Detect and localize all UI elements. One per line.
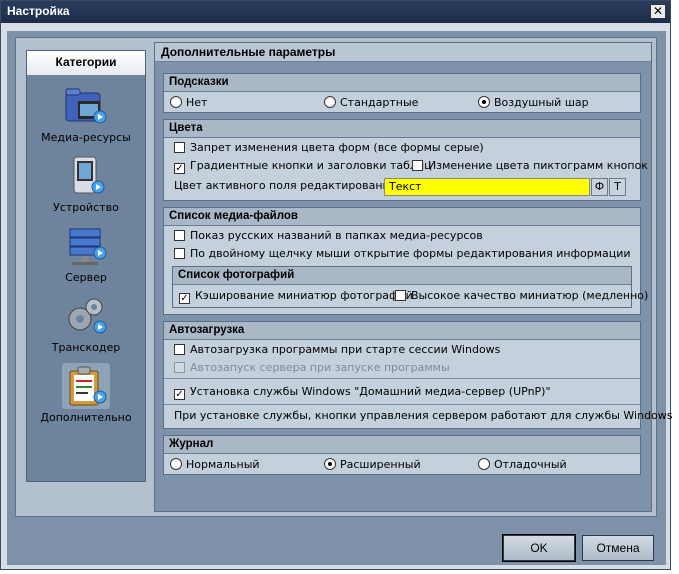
server-autostart-checkbox [174,362,185,373]
category-media-resources[interactable]: Медиа-ресурсы [27,83,145,144]
client-area: Категории Медиа-ресурсы Устройство Серве… [7,31,673,565]
settings-window: Настройка ✕ Категории Медиа-ресурсы Устр… [0,0,673,570]
close-icon: ✕ [652,4,664,18]
category-server[interactable]: Сервер [27,223,145,284]
hint-option-none[interactable]: Нет [170,95,207,111]
journal-header: Журнал [164,436,640,454]
active-field-color-preview[interactable]: Текст [384,178,590,196]
forbid-color-change-checkbox[interactable] [174,142,185,153]
category-device[interactable]: Устройство [27,153,145,214]
hint-option-standard[interactable]: Стандартные [324,95,418,111]
content-frame: Категории Медиа-ресурсы Устройство Серве… [15,37,673,517]
category-transcoder[interactable]: Транскодер [27,293,145,354]
clipboard-icon [62,363,110,409]
radio-balloon[interactable] [478,96,490,108]
font-color-button[interactable]: Ф [591,178,608,196]
active-field-color-label: Цвет активного поля редактирования [174,179,397,192]
radio-label: Воздушный шар [494,96,589,109]
checkbox-label: Изменение цвета пиктограмм кнопок [428,159,648,172]
media-list-group: Список медиа-файлов Показ русских назван… [163,207,648,315]
categories-header: Категории [27,51,145,75]
radio-extended[interactable] [324,458,336,470]
gradient-buttons-checkbox[interactable]: ✓ [174,163,185,174]
program-autostart-option[interactable]: Автозагрузка программы при старте сессии… [174,342,500,358]
hints-group: Подсказки Нет Стандартные Воздушный шар [163,73,641,113]
checkbox-label: Высокое качество миниатюр (медленно) [411,289,649,302]
install-service-checkbox[interactable]: ✓ [174,389,185,400]
ok-button[interactable]: OK [502,534,576,562]
high-quality-checkbox[interactable] [395,290,406,301]
category-label: Сервер [65,271,107,284]
forbid-color-change-option[interactable]: Запрет изменения цвета форм (все формы с… [174,140,484,156]
hint-option-balloon[interactable]: Воздушный шар [478,95,589,111]
double-click-checkbox[interactable] [174,248,185,259]
checkbox-label: Показ русских названий в папках медиа-ре… [190,229,483,242]
radio-label: Отладочный [494,458,567,471]
radio-none[interactable] [170,96,182,108]
cancel-button[interactable]: Отмена [582,535,654,561]
install-service-option[interactable]: ✓ Установка службы Windows "Домашний меди… [174,384,551,400]
checkbox-label: Градиентные кнопки и заголовки таблиц [190,159,432,172]
main-panel: Дополнительные параметры Подсказки Нет С… [154,42,673,512]
window-title: Настройка [7,4,70,18]
radio-standard[interactable] [324,96,336,108]
colors-group: Цвета Запрет изменения цвета форм (все ф… [163,119,648,201]
category-additional[interactable]: Дополнительно [27,363,145,424]
checkbox-label: По двойному щелчку мыши открытие формы р… [190,247,631,260]
category-label: Транскодер [51,341,121,354]
radio-label: Стандартные [340,96,419,109]
radio-debug[interactable] [478,458,490,470]
gradient-buttons-option[interactable]: ✓ Градиентные кнопки и заголовки таблиц [174,158,432,174]
icon-color-change-option[interactable]: Изменение цвета пиктограмм кнопок [412,158,648,174]
radio-label: Расширенный [340,458,421,471]
category-label: Дополнительно [40,411,132,424]
russian-names-option[interactable]: Показ русских названий в папках медиа-ре… [174,228,483,244]
media-folder-icon [65,88,107,124]
journal-option-debug[interactable]: Отладочный [478,457,567,473]
radio-label: Нормальный [186,458,260,471]
thumb-cache-checkbox[interactable]: ✓ [179,293,190,304]
autoload-header: Автозагрузка [164,322,640,340]
category-label: Медиа-ресурсы [41,131,131,144]
thumb-cache-option[interactable]: ✓ Кэширование миниатюр фотографий [179,288,413,304]
background-color-button[interactable]: Т [609,178,626,196]
high-quality-option[interactable]: Высокое качество миниатюр (медленно) [395,288,648,304]
double-click-option[interactable]: По двойному щелчку мыши открытие формы р… [174,246,631,262]
server-autostart-option: Автозапуск сервера при запуске программы [174,360,450,376]
checkbox-label: Кэширование миниатюр фотографий [195,289,413,302]
colors-header: Цвета [164,120,640,138]
icon-color-change-checkbox[interactable] [412,160,423,171]
device-icon [73,156,105,194]
russian-names-checkbox[interactable] [174,230,185,241]
checkbox-label: Автозагрузка программы при старте сессии… [190,343,501,356]
service-note: При установке службы, кнопки управления … [174,409,673,422]
journal-group: Журнал Нормальный Расширенный Отладочный [163,435,641,475]
server-icon [69,228,107,265]
autoload-group: Автозагрузка Автозагрузка программы при … [163,321,673,429]
program-autostart-checkbox[interactable] [174,344,185,355]
journal-option-extended[interactable]: Расширенный [324,457,421,473]
checkbox-label: Автозапуск сервера при запуске программы [190,361,450,374]
checkbox-label: Запрет изменения цвета форм (все формы с… [190,141,484,154]
title-bar: Настройка ✕ [1,1,670,23]
category-label: Устройство [53,201,119,214]
close-button[interactable]: ✕ [650,4,666,19]
gears-icon [68,298,107,334]
photos-header: Список фотографий [173,267,631,285]
divider [164,404,640,405]
media-list-header: Список медиа-файлов [164,208,640,226]
radio-label: Нет [186,96,208,109]
checkbox-label: Установка службы Windows "Домашний медиа… [190,385,551,398]
photos-subgroup: Список фотографий ✓ Кэширование миниатюр … [172,266,648,308]
categories-panel: Категории Медиа-ресурсы Устройство Серве… [26,50,146,482]
divider [164,378,640,379]
journal-option-normal[interactable]: Нормальный [170,457,260,473]
radio-normal[interactable] [170,458,182,470]
hints-header: Подсказки [164,74,640,92]
main-panel-title: Дополнительные параметры [155,43,651,62]
